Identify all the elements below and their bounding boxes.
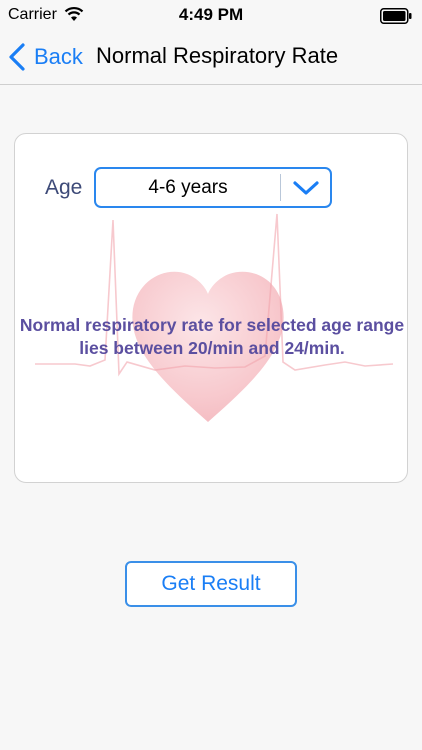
status-bar: Carrier 4:49 PM [0, 0, 422, 30]
age-label: Age [45, 176, 83, 199]
back-label: Back [34, 44, 83, 69]
chevron-left-icon [9, 43, 25, 71]
get-result-button[interactable]: Get Result [125, 561, 297, 607]
result-message: Normal respiratory rate for selected age… [19, 315, 405, 358]
age-selected-value: 4-6 years [148, 177, 228, 198]
page-title: Normal Respiratory Rate [96, 43, 339, 68]
back-button[interactable]: Back [8, 40, 83, 74]
calculator-card: Age 4-6 years Normal respiratory rate fo… [14, 133, 408, 483]
status-time: 4:49 PM [178, 5, 244, 24]
battery-icon [380, 8, 412, 24]
navigation-bar: Back Normal Respiratory Rate [0, 30, 422, 85]
age-dropdown[interactable]: 4-6 years [94, 167, 332, 208]
chevron-down-icon [293, 181, 319, 195]
dropdown-divider [280, 174, 281, 201]
